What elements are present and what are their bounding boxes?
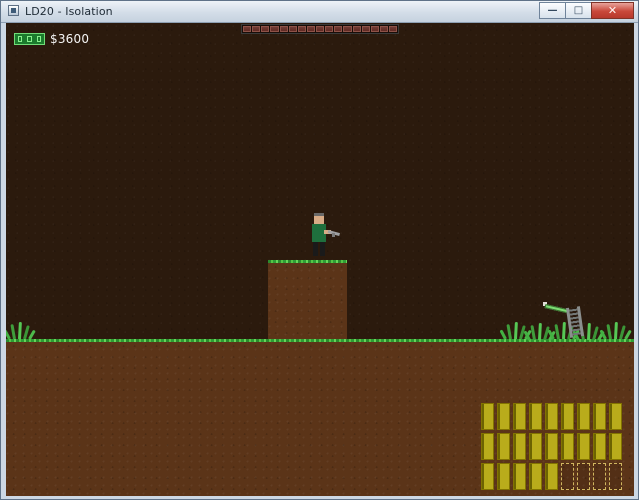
health-segment [334,26,343,32]
health-segment [306,26,315,32]
ammo-slot-empty [593,463,606,490]
game-viewport[interactable]: $3600 [6,23,634,496]
window-icon [8,5,19,16]
plant-blade [538,322,542,341]
ammo-panel [481,403,629,494]
cash-display: $3600 [14,32,89,46]
turret-coil [565,306,585,338]
ammo-slot-full [481,433,494,460]
close-button[interactable]: ✕ [591,2,634,19]
minimize-button[interactable]: — [539,2,565,19]
health-segment [279,26,288,32]
ammo-slot-empty [577,463,590,490]
plant-blade [18,321,22,340]
ammo-slot-full [497,403,510,430]
ammo-slot-full [529,433,542,460]
maximize-button[interactable]: □ [565,2,591,19]
plant-blade [606,323,612,340]
cash-amount: $3600 [50,32,90,46]
ammo-slot-full [497,433,510,460]
plant-blade [6,329,11,340]
plant-left [6,321,36,340]
game-window: LD20 - Isolation — □ ✕ $3600 [0,0,639,500]
minimize-icon: — [547,4,558,16]
money-icon [14,33,45,45]
health-segment [243,26,252,32]
plant-blade [506,323,512,340]
ammo-slot-full [545,463,558,490]
plant-right-5 [599,321,632,340]
health-segment [352,26,361,32]
plant-blade [10,323,16,340]
player-gun [327,228,345,237]
health-segment [370,26,379,32]
ammo-slot-full [577,403,590,430]
health-segment [361,26,370,32]
ammo-slot-full [577,433,590,460]
player-head [314,213,324,224]
health-segment [316,26,325,32]
player-legs [313,242,325,256]
health-segment [261,26,270,32]
raised-ground-pillar [268,260,347,339]
plant-blade [514,321,518,340]
enemy-turret [543,297,589,339]
ammo-slot-full [609,403,622,430]
ammo-slot-full [529,463,542,490]
ammo-slot-full [497,463,510,490]
health-segment [270,26,279,32]
ammo-slot-full [609,433,622,460]
ammo-slot-empty [561,463,574,490]
ammo-slot-full [513,433,526,460]
window-controls: — □ ✕ [539,2,634,21]
money-icon-center [27,36,32,42]
ammo-slot-full [481,403,494,430]
ammo-slot-full [513,463,526,490]
plant-blade [614,321,618,340]
ammo-slot-full [561,433,574,460]
player-character [307,213,351,260]
ammo-slot-full [561,403,574,430]
ammo-slot-empty [609,463,622,490]
ammo-slot-full [593,433,606,460]
window-title: LD20 - Isolation [25,5,113,18]
health-segment [297,26,306,32]
ammo-slot-full [545,433,558,460]
plant-blade [530,324,536,341]
ammo-slot-full [481,463,494,490]
ammo-slot-full [545,403,558,430]
ammo-slot-full [513,403,526,430]
close-icon: ✕ [607,3,618,17]
health-segment [325,26,334,32]
health-segment [379,26,388,32]
title-bar: LD20 - Isolation — □ ✕ [1,1,638,23]
health-segment [389,26,398,32]
health-bar [241,24,399,34]
health-segment [343,26,352,32]
health-segment [288,26,297,32]
health-segment [252,26,261,32]
gun-grip [332,233,335,237]
ammo-slot-full [529,403,542,430]
ammo-slot-full [593,403,606,430]
maximize-icon: □ [573,4,584,16]
